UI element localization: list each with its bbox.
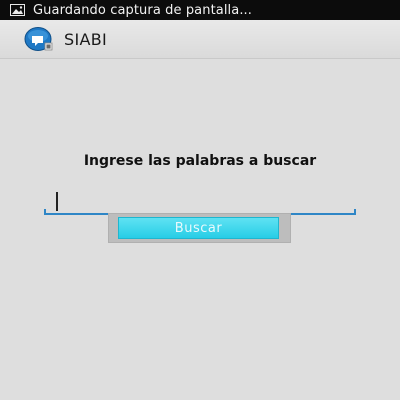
input-right-tick — [354, 209, 356, 214]
text-caret — [56, 192, 58, 211]
search-input-wrap[interactable] — [44, 188, 356, 216]
search-prompt: Ingrese las palabras a buscar — [83, 153, 317, 169]
image-icon — [10, 4, 25, 16]
app-logo-icon[interactable] — [24, 26, 54, 52]
status-notification-text: Guardando captura de pantalla... — [33, 2, 253, 18]
screen: Guardando captura de pantalla... SIABI I… — [0, 0, 400, 400]
search-button-frame: Buscar — [108, 213, 291, 243]
status-bar: Guardando captura de pantalla... — [0, 0, 400, 20]
input-left-tick — [44, 209, 46, 214]
search-input[interactable] — [44, 188, 356, 216]
search-button[interactable]: Buscar — [118, 217, 279, 239]
action-bar: SIABI — [0, 20, 400, 59]
app-title: SIABI — [64, 29, 108, 49]
